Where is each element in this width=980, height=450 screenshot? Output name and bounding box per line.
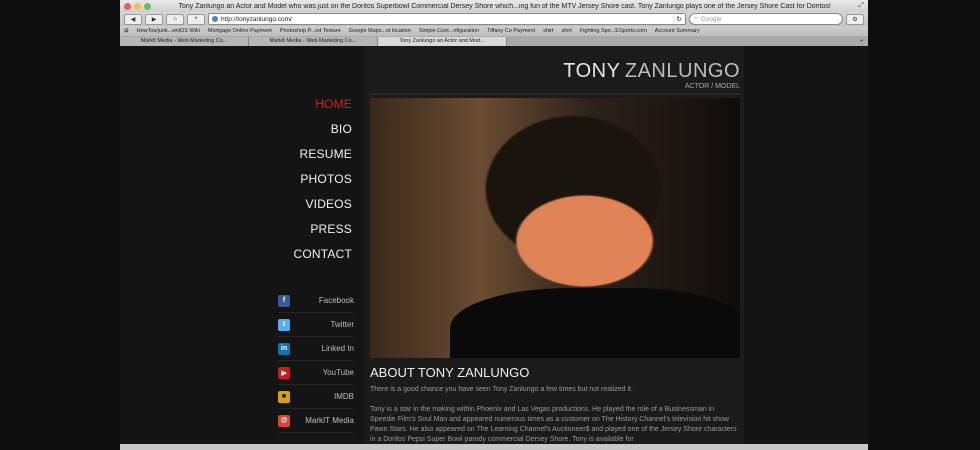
window-title: Tony Zanlungo an Actor and Model who was… xyxy=(178,2,831,10)
tab-bar: MarkIt Media - Web Marketing Co... MarkI… xyxy=(120,36,868,46)
bookmark-item[interactable]: Photoshop P...od Texture xyxy=(280,28,341,34)
nav-bio[interactable]: BIO xyxy=(240,117,352,142)
social-linkedin[interactable]: in Linked In xyxy=(278,337,354,361)
bookmarks-bar: ⊞ HowTos/junk...entOS Wiki Mortgage Onli… xyxy=(120,26,868,36)
about-body: Tony is a star in the making within Phoe… xyxy=(370,406,737,443)
bookmark-item[interactable]: shirt xyxy=(543,28,553,34)
horizontal-scrollbar[interactable] xyxy=(120,444,868,450)
toolbar: ◀ ▶ ⌂ + http://tonyzanlungo.com/ ↻ ⌕ Goo… xyxy=(120,12,868,26)
gear-icon[interactable]: ⚙ xyxy=(846,13,864,25)
facebook-icon: f xyxy=(278,294,290,307)
tab-tony-zanlungo[interactable]: Tony Zanlungo an Actor and Mod... xyxy=(378,36,507,46)
social-label: MarkIT Media xyxy=(305,416,354,425)
maximize-button[interactable] xyxy=(144,2,151,10)
forward-button[interactable]: ▶ xyxy=(145,13,163,25)
bookmark-item[interactable]: Mortgage Online Payment xyxy=(208,28,272,34)
social-imdb[interactable]: ■ IMDB xyxy=(278,385,354,409)
reload-icon[interactable]: ↻ xyxy=(677,15,682,23)
about-heading: ABOUT TONY ZANLUNGO xyxy=(370,365,530,380)
globe-icon xyxy=(212,16,218,22)
social-label: Facebook xyxy=(318,296,354,305)
nav-photos[interactable]: PHOTOS xyxy=(240,167,352,192)
home-icon[interactable]: ⌂ xyxy=(166,13,184,25)
main-nav: HOME BIO RESUME PHOTOS VIDEOS PRESS CONT… xyxy=(240,92,352,267)
tab-markit-1[interactable]: MarkIt Media - Web Marketing Co... xyxy=(120,36,249,46)
bookmark-item[interactable]: Simple Cont...nfiguration xyxy=(419,28,479,34)
social-youtube[interactable]: ▶ YouTube xyxy=(278,361,354,385)
bookmark-item[interactable]: Account Summary xyxy=(655,28,700,34)
tab-markit-2[interactable]: MarkIt Media - Web Marketing Co... xyxy=(249,36,378,46)
youtube-icon: ▶ xyxy=(278,366,290,379)
close-button[interactable] xyxy=(124,2,131,10)
window-controls xyxy=(120,2,151,10)
search-icon: ⌕ xyxy=(694,15,698,22)
bookmark-add-button[interactable]: + xyxy=(187,13,205,25)
nav-contact[interactable]: CONTACT xyxy=(240,242,352,267)
logo-last-name: ZANLUNGO xyxy=(624,60,740,82)
logo-first-name: TONY xyxy=(563,60,621,82)
browser-window: Tony Zanlungo an Actor and Model who was… xyxy=(120,0,868,450)
imdb-icon: ■ xyxy=(278,390,290,403)
twitter-icon: t xyxy=(278,318,290,331)
nav-home[interactable]: HOME xyxy=(240,92,352,117)
hero-photo xyxy=(370,98,740,358)
minimize-button[interactable] xyxy=(134,2,141,10)
nav-press[interactable]: PRESS xyxy=(240,217,352,242)
social-label: IMDB xyxy=(334,392,354,401)
about-intro: There is a good chance you have seen Ton… xyxy=(370,386,633,393)
social-markit[interactable]: @ MarkIT Media xyxy=(278,409,354,433)
photo-shirt-shape xyxy=(450,288,740,358)
address-bar[interactable]: http://tonyzanlungo.com/ ↻ xyxy=(208,13,686,25)
tagline: ACTOR / MODEL xyxy=(684,83,740,90)
logo-divider xyxy=(370,93,740,95)
site-logo[interactable]: TONY ZANLUNGO ACTOR / MODEL xyxy=(563,60,740,90)
url-text: http://tonyzanlungo.com/ xyxy=(221,15,292,23)
bookmark-item[interactable]: Fighting Spo...ESports.com xyxy=(580,28,647,34)
bookmark-item[interactable]: Tiffany Co Payment xyxy=(487,28,535,34)
title-bar: Tony Zanlungo an Actor and Model who was… xyxy=(120,0,868,12)
bookmark-item[interactable]: HowTos/junk...entOS Wiki xyxy=(137,28,200,34)
web-page: TONY ZANLUNGO ACTOR / MODEL HOME BIO RES… xyxy=(120,46,868,444)
search-placeholder: Google xyxy=(700,15,722,23)
resize-icon[interactable]: ⤢ xyxy=(858,2,868,10)
search-input[interactable]: ⌕ Google xyxy=(689,13,843,25)
social-label: Twitter xyxy=(330,320,354,329)
bookmark-item[interactable]: shirt xyxy=(561,28,571,34)
social-twitter[interactable]: t Twitter xyxy=(278,313,354,337)
markit-icon: @ xyxy=(278,414,290,427)
bookmarks-book-icon[interactable]: ⊞ xyxy=(124,28,129,34)
social-label: Linked In xyxy=(321,344,354,353)
linkedin-icon: in xyxy=(278,342,290,355)
nav-resume[interactable]: RESUME xyxy=(240,142,352,167)
back-button[interactable]: ◀ xyxy=(124,13,142,25)
nav-videos[interactable]: VIDEOS xyxy=(240,192,352,217)
bookmark-item[interactable]: Google Maps...st location xyxy=(349,28,411,34)
social-links: f Facebook t Twitter in Linked In ▶ YouTube … xyxy=(278,289,354,433)
new-tab-button[interactable]: + xyxy=(860,38,868,44)
social-label: YouTube xyxy=(322,368,354,377)
social-facebook[interactable]: f Facebook xyxy=(278,289,354,313)
